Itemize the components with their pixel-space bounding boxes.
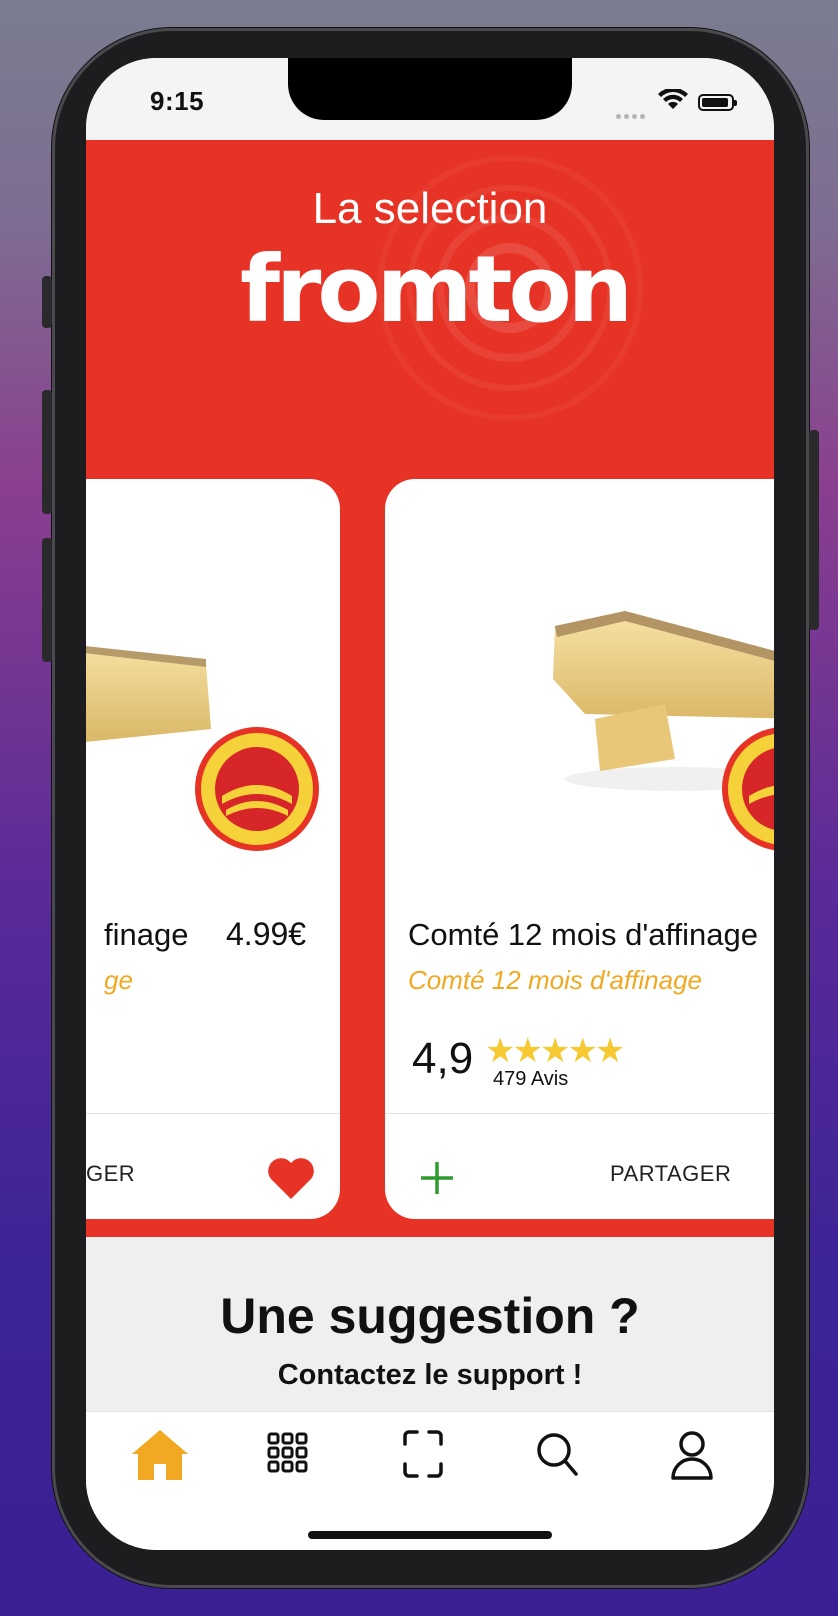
- rating-value: 4,9: [412, 1034, 474, 1083]
- volume-up-button: [42, 390, 52, 514]
- power-button: [809, 430, 819, 630]
- fromton-logo: fromton: [240, 236, 633, 343]
- aop-seal-icon: [722, 727, 774, 851]
- share-button[interactable]: PARTAGER: [610, 1161, 731, 1187]
- suggestion-section: Une suggestion ? Contactez le support !: [86, 1237, 774, 1427]
- scan-icon[interactable]: [383, 1424, 463, 1484]
- profile-icon[interactable]: [652, 1424, 732, 1484]
- contact-support-link[interactable]: Contactez le support !: [86, 1359, 774, 1392]
- review-count: 479 Avis: [493, 1068, 569, 1090]
- tab-bar: [86, 1411, 774, 1550]
- product-title: finage: [104, 917, 189, 952]
- volume-down-button: [42, 538, 52, 662]
- home-indicator[interactable]: [308, 1531, 552, 1539]
- product-title: Comté 12 mois d'affinage: [408, 917, 758, 952]
- share-button[interactable]: GER: [86, 1161, 135, 1187]
- rating-stars: ★★★★★: [485, 1032, 625, 1070]
- aop-seal-icon: [195, 727, 319, 851]
- selection-section: La selection fromton finage 4.99€ ge GER…: [86, 140, 774, 1237]
- suggestion-title: Une suggestion ?: [220, 1288, 640, 1344]
- product-subtitle: ge: [104, 965, 133, 995]
- logo-rings-decoration: [377, 155, 643, 421]
- app-screen: 9:15 La selection fromton finage 4.99€ g…: [86, 58, 774, 1550]
- wifi-icon: [658, 89, 688, 109]
- mute-switch: [42, 276, 52, 328]
- product-card[interactable]: finage 4.99€ ge GER: [86, 479, 340, 1219]
- logo-text: fromton: [240, 236, 633, 343]
- heart-icon[interactable]: [266, 1155, 316, 1201]
- search-icon[interactable]: [518, 1424, 598, 1484]
- card-divider: [385, 1113, 774, 1114]
- grid-icon[interactable]: [247, 1424, 327, 1484]
- battery-icon: [698, 94, 737, 111]
- product-subtitle: Comté 12 mois d'affinage: [408, 965, 703, 995]
- status-time: 9:15: [150, 86, 205, 116]
- notch: [288, 58, 572, 120]
- card-divider: [86, 1113, 340, 1114]
- signal-icon: [616, 106, 648, 124]
- product-card[interactable]: Comté 12 mois d'affinage Comté 12 mois d…: [385, 479, 774, 1219]
- product-price: 4.99€: [226, 916, 307, 952]
- home-icon[interactable]: [120, 1424, 200, 1484]
- cheese-image: [553, 611, 774, 791]
- plus-icon[interactable]: [419, 1160, 455, 1196]
